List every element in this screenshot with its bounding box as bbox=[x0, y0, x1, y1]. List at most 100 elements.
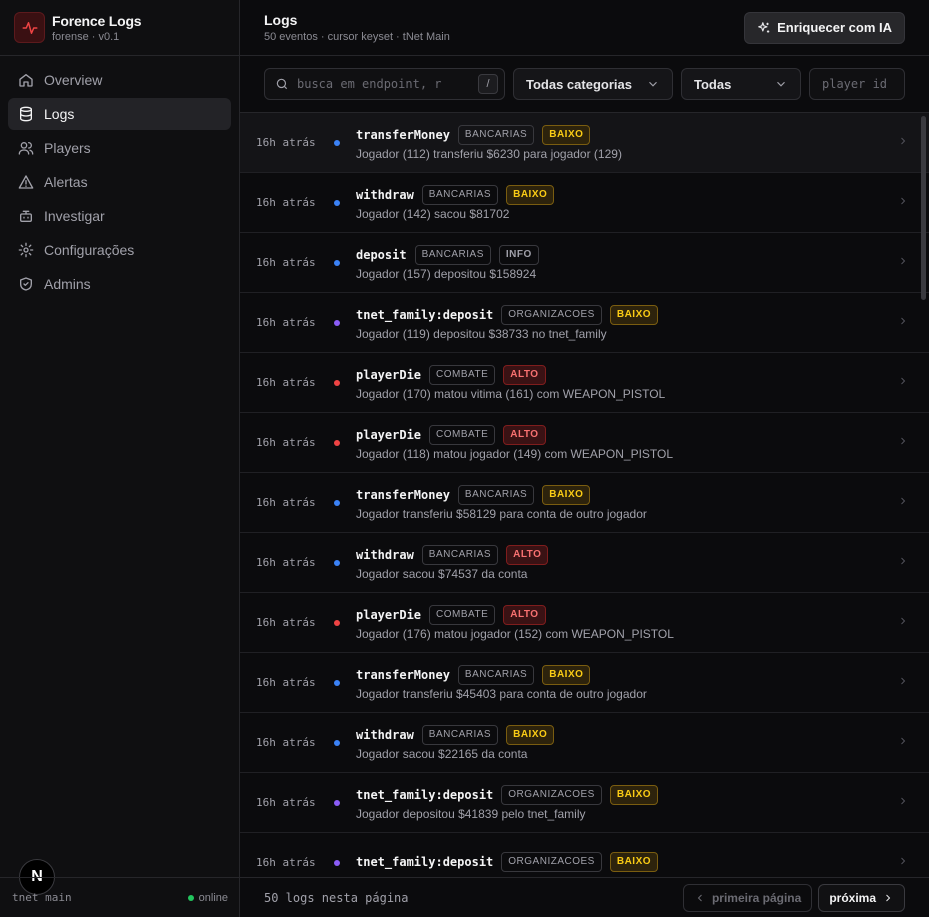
log-list[interactable]: 16h atrás transferMoney BANCARIAS BAIXO Joga… bbox=[240, 113, 929, 877]
sidebar: Forence Logs forense · v0.1 Overview Logs… bbox=[0, 0, 240, 917]
server-name: tnet main bbox=[12, 891, 72, 904]
sidebar-item-configuraes[interactable]: Configurações bbox=[8, 234, 231, 266]
category-dot bbox=[334, 499, 340, 506]
category-dot bbox=[334, 859, 340, 866]
sidebar-item-label: Investigar bbox=[44, 208, 105, 224]
log-description: Jogador (119) depositou $38733 no tnet_f… bbox=[356, 326, 607, 341]
log-row[interactable]: 16h atrás transferMoney BANCARIAS BAIXO Joga… bbox=[240, 113, 929, 173]
log-body: playerDie COMBATE ALTO Jogador (170) matou … bbox=[356, 364, 929, 401]
category-dot bbox=[334, 259, 340, 266]
log-header: playerDie COMBATE ALTO bbox=[356, 424, 929, 445]
sidebar-item-players[interactable]: Players bbox=[8, 132, 231, 164]
log-row[interactable]: 16h atrás playerDie COMBATE ALTO Jogador (17… bbox=[240, 353, 929, 413]
enrich-ai-button[interactable]: Enriquecer com IA bbox=[744, 11, 905, 44]
list-footer: 50 logs nesta página primeira página pró… bbox=[240, 877, 929, 917]
category-badge: COMBATE bbox=[429, 364, 496, 385]
sidebar-footer: tnet main online bbox=[0, 877, 240, 917]
search-box[interactable]: / bbox=[264, 68, 505, 100]
severity-badge: ALTO bbox=[503, 364, 546, 385]
enrich-ai-label: Enriquecer com IA bbox=[777, 20, 892, 35]
log-body: transferMoney BANCARIAS BAIXO Jogador trans… bbox=[356, 484, 929, 521]
log-body: tnet_family:deposit ORGANIZACOES BAIXO Joga… bbox=[356, 784, 929, 821]
users-icon bbox=[18, 140, 34, 156]
log-row[interactable]: 16h atrás playerDie COMBATE ALTO Jogador (17… bbox=[240, 593, 929, 653]
log-row[interactable]: 16h atrás withdraw BANCARIAS ALTO Jogador sa… bbox=[240, 533, 929, 593]
chevron-left-icon bbox=[697, 894, 702, 901]
log-time: 16h atrás bbox=[256, 616, 316, 629]
next-page-button[interactable]: próxima bbox=[818, 883, 905, 912]
log-event: transferMoney bbox=[356, 487, 450, 502]
log-body: playerDie COMBATE ALTO Jogador (176) matou … bbox=[356, 604, 929, 641]
log-event: deposit bbox=[356, 247, 407, 262]
log-header: transferMoney BANCARIAS BAIXO bbox=[356, 664, 929, 685]
log-row[interactable]: 16h atrás playerDie COMBATE ALTO Jogador (11… bbox=[240, 413, 929, 473]
log-header: withdraw BANCARIAS BAIXO bbox=[356, 184, 929, 205]
category-dot bbox=[334, 379, 340, 386]
brand[interactable]: Forence Logs forense · v0.1 bbox=[0, 0, 239, 56]
chevron-right-icon bbox=[901, 857, 906, 865]
player-id-input[interactable] bbox=[809, 68, 905, 100]
log-row[interactable]: 16h atrás tnet_family:deposit ORGANIZACOES… bbox=[240, 833, 929, 877]
log-row[interactable]: 16h atrás withdraw BANCARIAS BAIXO Jogador s… bbox=[240, 713, 929, 773]
severity-select[interactable]: Todas bbox=[681, 68, 801, 100]
log-row[interactable]: 16h atrás deposit BANCARIAS INFO Jogador (15… bbox=[240, 233, 929, 293]
chevron-right-icon bbox=[901, 797, 906, 805]
home-icon bbox=[18, 72, 34, 88]
category-dot bbox=[334, 439, 340, 446]
severity-badge: BAIXO bbox=[609, 784, 659, 805]
sidebar-item-label: Configurações bbox=[44, 242, 135, 258]
sidebar-item-logs[interactable]: Logs bbox=[8, 98, 231, 130]
log-description: Jogador (176) matou jogador (152) com WE… bbox=[356, 626, 674, 641]
chevron-right-icon bbox=[901, 557, 906, 565]
log-description: Jogador transferiu $58129 para conta de … bbox=[356, 506, 647, 521]
log-event: tnet_family:deposit bbox=[356, 854, 494, 869]
severity-badge: BAIXO bbox=[609, 851, 659, 872]
severity-value: Todas bbox=[694, 76, 732, 92]
log-event: tnet_family:deposit bbox=[356, 787, 494, 802]
log-row[interactable]: 16h atrás transferMoney BANCARIAS BAIXO Joga… bbox=[240, 473, 929, 533]
filter-bar: / Todas categorias Todas bbox=[240, 56, 929, 113]
log-row[interactable]: 16h atrás transferMoney BANCARIAS BAIXO Joga… bbox=[240, 653, 929, 713]
category-badge: BANCARIAS bbox=[414, 244, 491, 265]
log-row[interactable]: 16h atrás tnet_family:deposit ORGANIZACOES… bbox=[240, 773, 929, 833]
log-row[interactable]: 16h atrás tnet_family:deposit ORGANIZACOES… bbox=[240, 293, 929, 353]
log-header: playerDie COMBATE ALTO bbox=[356, 604, 929, 625]
log-description: Jogador (157) depositou $158924 bbox=[356, 266, 537, 281]
log-description: Jogador sacou $22165 da conta bbox=[356, 746, 528, 761]
log-event: transferMoney bbox=[356, 127, 450, 142]
category-dot bbox=[334, 199, 340, 206]
brand-name: Forence Logs bbox=[52, 12, 142, 29]
log-time: 16h atrás bbox=[256, 376, 316, 389]
pagination: primeira página próxima bbox=[682, 883, 905, 912]
first-page-button[interactable]: primeira página bbox=[682, 883, 813, 912]
log-row[interactable]: 16h atrás withdraw BANCARIAS BAIXO Jogador (… bbox=[240, 173, 929, 233]
page-title: Logs bbox=[264, 12, 298, 28]
log-description: Jogador depositou $41839 pelo tnet_famil… bbox=[356, 806, 586, 821]
chevron-right-icon bbox=[901, 677, 906, 685]
scrollbar-thumb[interactable] bbox=[921, 116, 926, 300]
log-header: playerDie COMBATE ALTO bbox=[356, 364, 929, 385]
alert-triangle-icon bbox=[18, 174, 34, 190]
sidebar-item-alertas[interactable]: Alertas bbox=[8, 166, 231, 198]
connection-status: online bbox=[187, 891, 228, 904]
log-body: tnet_family:deposit ORGANIZACOES BAIXO Joga… bbox=[356, 304, 929, 341]
category-dot bbox=[334, 619, 340, 626]
log-time: 16h atrás bbox=[256, 436, 316, 449]
log-header: transferMoney BANCARIAS BAIXO bbox=[356, 124, 929, 145]
log-header: tnet_family:deposit ORGANIZACOES BAIXO bbox=[356, 851, 929, 872]
status-label: online bbox=[198, 891, 228, 904]
category-select[interactable]: Todas categorias bbox=[513, 68, 673, 100]
search-shortcut: / bbox=[478, 74, 498, 94]
chevron-down-icon bbox=[777, 81, 785, 87]
chevron-right-icon bbox=[901, 617, 906, 625]
search-input[interactable] bbox=[297, 77, 478, 91]
sidebar-item-overview[interactable]: Overview bbox=[8, 64, 231, 96]
sidebar-item-investigar[interactable]: Investigar bbox=[8, 200, 231, 232]
category-badge: ORGANIZACOES bbox=[501, 304, 602, 325]
sidebar-nav: Overview Logs Players Alertas Investigar Conf… bbox=[0, 56, 239, 310]
sidebar-item-label: Alertas bbox=[44, 174, 88, 190]
log-event: playerDie bbox=[356, 367, 422, 382]
sidebar-item-admins[interactable]: Admins bbox=[8, 268, 231, 300]
log-description: Jogador sacou $74537 da conta bbox=[356, 566, 528, 581]
severity-badge: ALTO bbox=[506, 544, 549, 565]
